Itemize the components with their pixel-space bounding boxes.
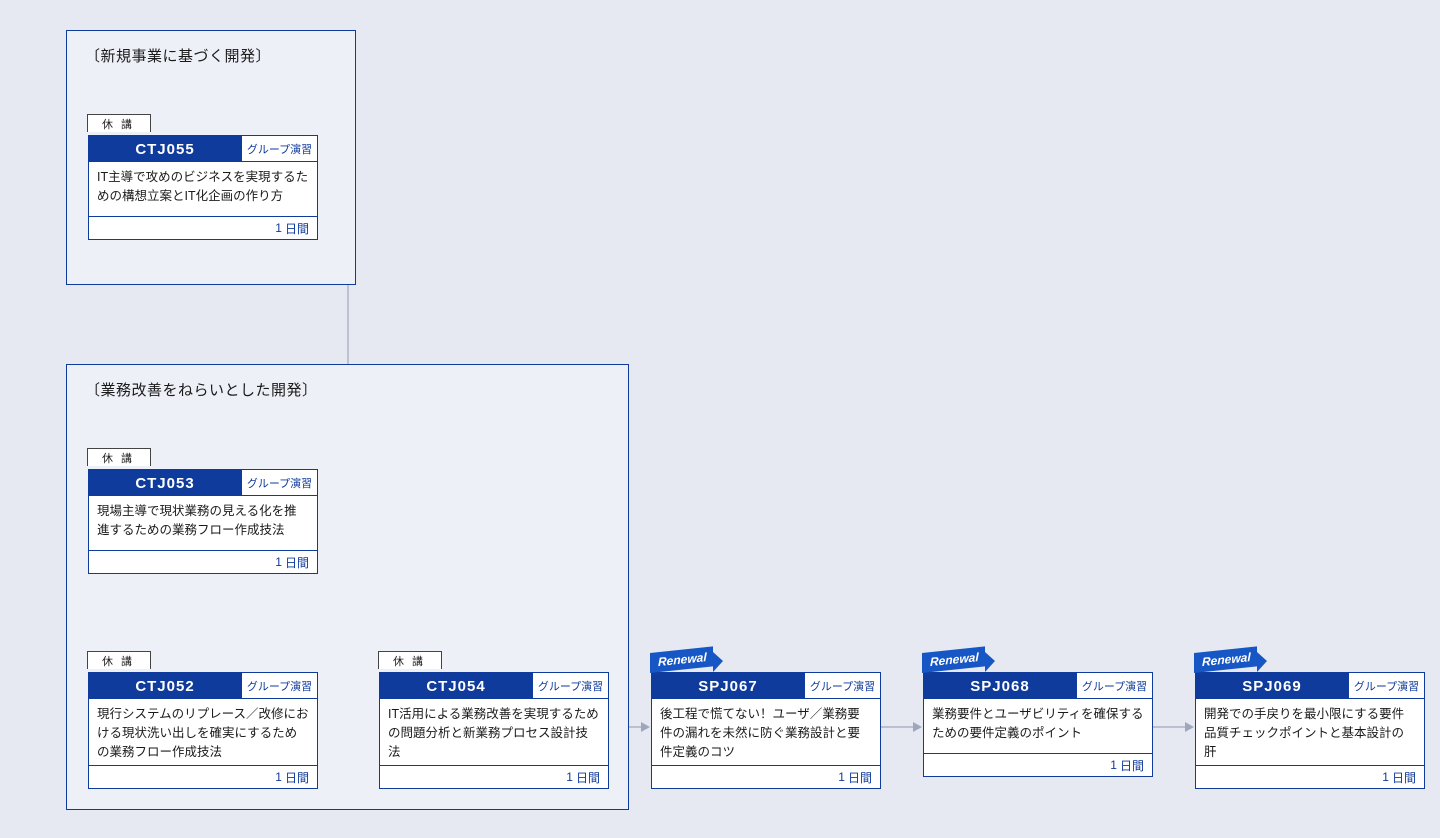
card-code: SPJ069: [1196, 673, 1348, 699]
card-code: CTJ052: [89, 673, 241, 699]
card-duration: 1日間: [89, 550, 317, 573]
card-tag: グループ演習: [241, 673, 317, 699]
card-ctj053[interactable]: 休講 CTJ053 グループ演習 現場主導で現状業務の見える化を推進するための業…: [88, 469, 318, 574]
card-desc: 後工程で慌てない！ユーザ／業務要件の漏れを未然に防ぐ業務設計と要件定義のコツ: [652, 699, 880, 765]
card-duration: 1日間: [89, 216, 317, 239]
card-desc: 現場主導で現状業務の見える化を推進するための業務フロー作成技法: [89, 496, 317, 550]
card-spj068[interactable]: Renewal SPJ068 グループ演習 業務要件とユーザビリティを確保するた…: [923, 672, 1153, 777]
card-desc: 業務要件とユーザビリティを確保するための要件定義のポイント: [924, 699, 1152, 753]
card-code: SPJ068: [924, 673, 1076, 699]
badge-suspended: 休講: [378, 651, 442, 669]
card-desc: 現行システムのリプレース／改修における現状洗い出しを確実にするための業務フロー作…: [89, 699, 317, 765]
card-duration: 1日間: [89, 765, 317, 788]
card-tag: グループ演習: [804, 673, 880, 699]
card-duration: 1日間: [380, 765, 608, 788]
card-spj069[interactable]: Renewal SPJ069 グループ演習 開発での手戻りを最小限にする要件品質…: [1195, 672, 1425, 789]
card-ctj054[interactable]: 休講 CTJ054 グループ演習 IT活用による業務改善を実現するための問題分析…: [379, 672, 609, 789]
card-ctj055[interactable]: 休講 CTJ055 グループ演習 IT主導で攻めのビジネスを実現するための構想立…: [88, 135, 318, 240]
card-tag: グループ演習: [532, 673, 608, 699]
card-tag: グループ演習: [1076, 673, 1152, 699]
card-tag: グループ演習: [1348, 673, 1424, 699]
card-desc: IT主導で攻めのビジネスを実現するための構想立案とIT化企画の作り方: [89, 162, 317, 216]
badge-suspended: 休講: [87, 114, 151, 132]
card-code: CTJ054: [380, 673, 532, 699]
badge-suspended: 休講: [87, 651, 151, 669]
card-code: CTJ053: [89, 470, 241, 496]
badge-renewal: Renewal: [1194, 651, 1267, 675]
badge-renewal: Renewal: [922, 651, 995, 675]
badge-suspended: 休講: [87, 448, 151, 466]
badge-renewal: Renewal: [650, 651, 723, 675]
card-duration: 1日間: [1196, 765, 1424, 788]
card-duration: 1日間: [652, 765, 880, 788]
card-tag: グループ演習: [241, 136, 317, 162]
card-desc: 開発での手戻りを最小限にする要件品質チェックポイントと基本設計の肝: [1196, 699, 1424, 765]
group-title: 〔新規事業に基づく開発〕: [85, 45, 337, 66]
card-tag: グループ演習: [241, 470, 317, 496]
card-code: CTJ055: [89, 136, 241, 162]
card-ctj052[interactable]: 休講 CTJ052 グループ演習 現行システムのリプレース／改修における現状洗い…: [88, 672, 318, 789]
card-duration: 1日間: [924, 753, 1152, 776]
group-title: 〔業務改善をねらいとした開発〕: [85, 379, 610, 400]
card-spj067[interactable]: Renewal SPJ067 グループ演習 後工程で慌てない！ユーザ／業務要件の…: [651, 672, 881, 789]
card-desc: IT活用による業務改善を実現するための問題分析と新業務プロセス設計技法: [380, 699, 608, 765]
card-code: SPJ067: [652, 673, 804, 699]
